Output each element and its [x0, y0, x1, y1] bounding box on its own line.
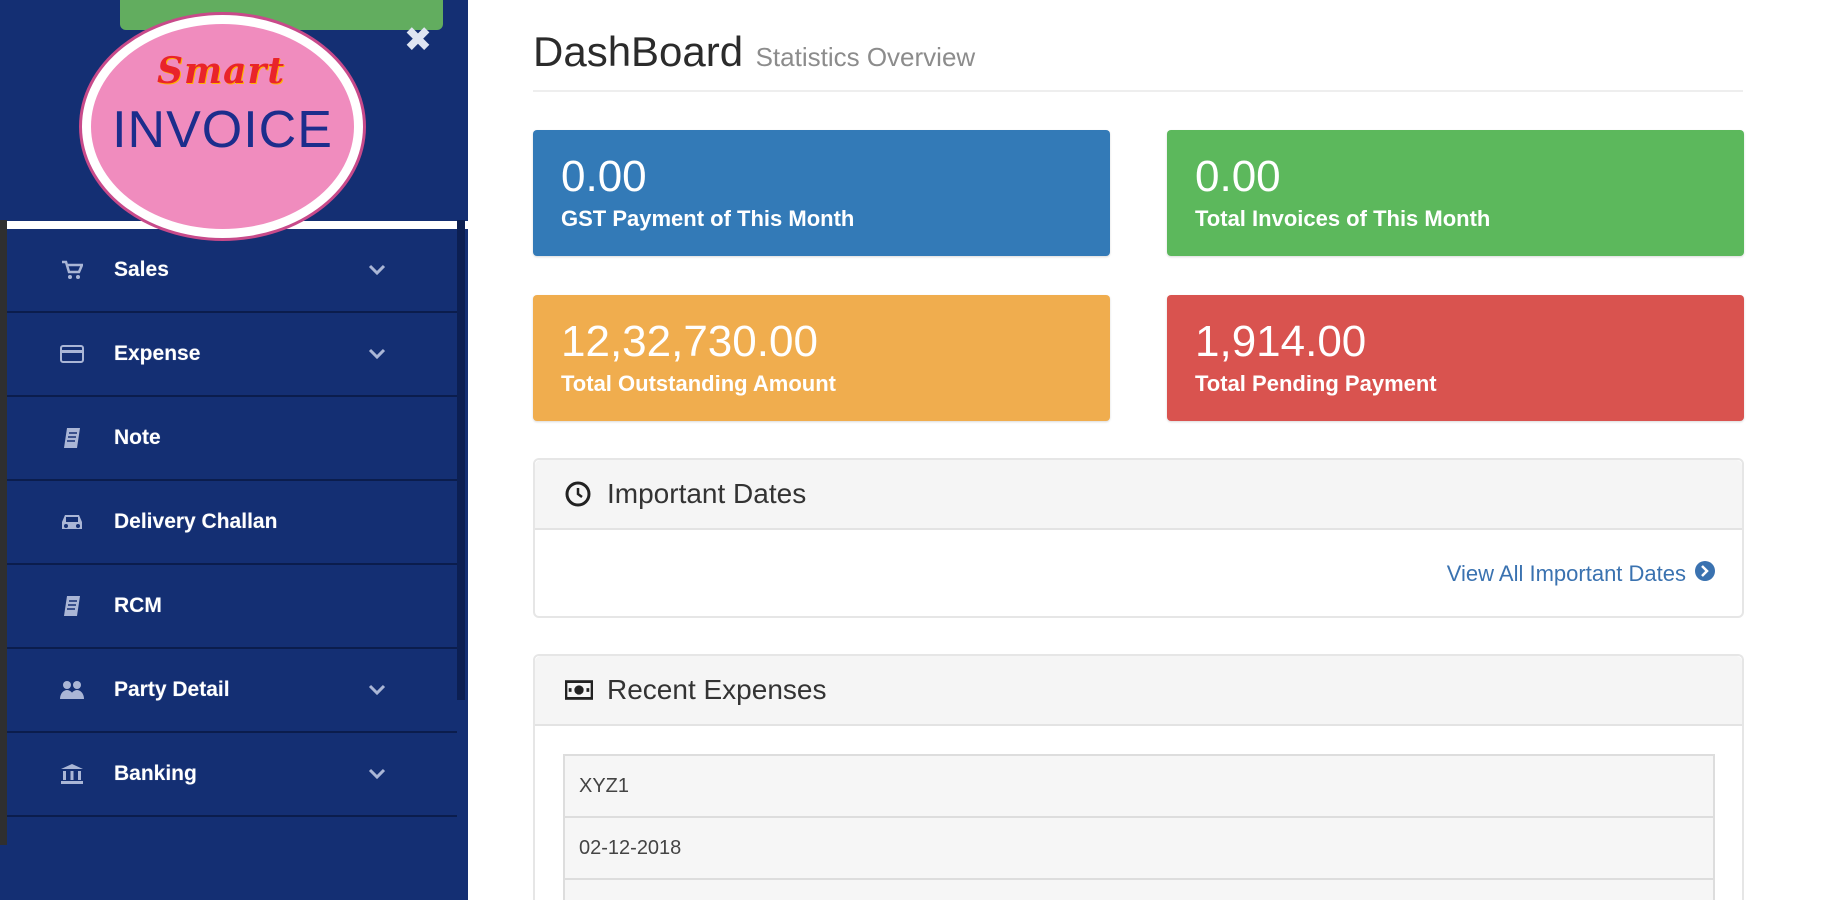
sidebar-item-label: Delivery Challan — [114, 510, 278, 533]
cart-icon — [59, 257, 85, 283]
bank-icon — [59, 761, 85, 787]
users-icon — [59, 677, 85, 703]
panel-heading: Recent Expenses — [535, 656, 1742, 726]
stat-value: 12,32,730.00 — [561, 317, 818, 366]
close-sidebar-button[interactable]: ✖ — [402, 23, 434, 57]
recent-expenses-table: XYZ1 02-12-2018 — [563, 754, 1715, 900]
stat-card-total-invoices[interactable]: 0.00 Total Invoices of This Month — [1167, 130, 1744, 256]
logo-smart-text: Smart — [156, 50, 285, 92]
sidebar-item-banking[interactable]: Banking — [7, 733, 457, 817]
view-all-important-dates-link[interactable]: View All Important Dates — [1447, 560, 1716, 588]
stat-label: Total Pending Payment — [1195, 371, 1437, 396]
sidebar-item-rcm[interactable]: RCM — [7, 565, 457, 649]
note-icon — [59, 425, 85, 451]
panel-title: Recent Expenses — [607, 674, 827, 705]
important-dates-panel: Important Dates View All Important Dates — [533, 458, 1744, 618]
table-row[interactable]: XYZ1 — [565, 756, 1713, 818]
recent-expenses-panel: Recent Expenses XYZ1 02-12-2018 — [533, 654, 1744, 900]
sidebar-item-party-detail[interactable]: Party Detail — [7, 649, 457, 733]
close-icon: ✖ — [403, 20, 433, 60]
stat-card-gst-payment[interactable]: 0.00 GST Payment of This Month — [533, 130, 1110, 256]
chevron-down-icon[interactable] — [364, 341, 390, 367]
sidebar-menu: Sales Expense Note Delivery Challan RCM … — [7, 229, 457, 817]
sidebar-scrollbar[interactable] — [457, 220, 465, 700]
stat-value: 0.00 — [1195, 152, 1281, 201]
app-window: Smart INVOICE ✖ Sales Expense Note Deliv… — [0, 0, 1843, 900]
sidebar-left-edge — [0, 220, 7, 845]
chevron-down-icon[interactable] — [364, 761, 390, 787]
sidebar-item-label: RCM — [114, 594, 162, 617]
credit-card-icon — [59, 341, 85, 367]
panel-title: Important Dates — [607, 478, 807, 509]
arrow-circle-right-icon — [1694, 560, 1716, 588]
sidebar-item-sales[interactable]: Sales — [7, 229, 457, 313]
page-title: DashBoard — [533, 28, 744, 75]
panel-heading: Important Dates — [535, 460, 1742, 530]
sidebar-item-expense[interactable]: Expense — [7, 313, 457, 397]
stat-card-pending-payment[interactable]: 1,914.00 Total Pending Payment — [1167, 295, 1744, 421]
sidebar: Smart INVOICE ✖ Sales Expense Note Deliv… — [0, 0, 468, 900]
sidebar-item-note[interactable]: Note — [7, 397, 457, 481]
table-row[interactable] — [565, 880, 1713, 900]
page-subtitle: Statistics Overview — [755, 42, 976, 72]
logo-invoice-text: INVOICE — [112, 101, 333, 159]
stat-label: Total Outstanding Amount — [561, 371, 836, 396]
sidebar-item-label: Note — [114, 426, 161, 449]
stat-label: GST Payment of This Month — [561, 206, 855, 231]
page-header: DashBoard Statistics Overview — [533, 28, 1743, 92]
car-icon — [59, 509, 85, 535]
sidebar-item-label: Banking — [114, 762, 197, 785]
stat-value: 0.00 — [561, 152, 647, 201]
stat-label: Total Invoices of This Month — [1195, 206, 1491, 231]
link-label: View All Important Dates — [1446, 561, 1686, 586]
clock-icon — [565, 480, 593, 508]
chevron-down-icon[interactable] — [364, 257, 390, 283]
stat-value: 1,914.00 — [1195, 317, 1367, 366]
note-icon — [59, 593, 85, 619]
main-content: DashBoard Statistics Overview 0.00 GST P… — [468, 0, 1843, 900]
chevron-down-icon[interactable] — [364, 677, 390, 703]
smart-invoice-logo[interactable]: Smart INVOICE — [82, 15, 363, 238]
stat-card-outstanding-amount[interactable]: 12,32,730.00 Total Outstanding Amount — [533, 295, 1110, 421]
sidebar-item-label: Sales — [114, 258, 169, 281]
sidebar-item-label: Party Detail — [114, 678, 230, 701]
money-icon — [565, 676, 593, 704]
sidebar-item-label: Expense — [114, 342, 201, 365]
sidebar-item-delivery-challan[interactable]: Delivery Challan — [7, 481, 457, 565]
table-row[interactable]: 02-12-2018 — [565, 818, 1713, 880]
